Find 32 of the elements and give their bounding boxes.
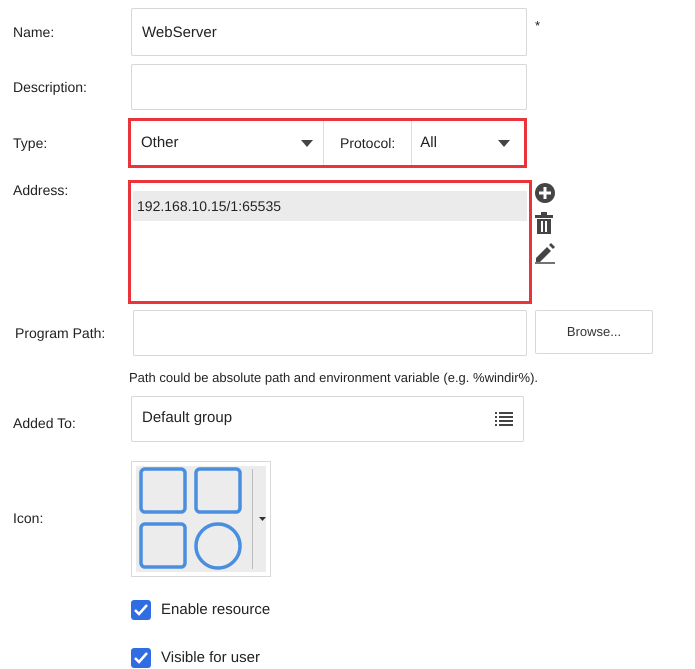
protocol-label: Protocol: — [324, 121, 412, 165]
checkbox-label: Enable resource — [161, 600, 270, 620]
added-to-label: Added To: — [13, 414, 77, 433]
program-path-label: Program Path: — [14, 324, 106, 343]
address-item[interactable]: 192.168.10.15/1:65535 — [133, 191, 527, 221]
required-mark: * — [535, 17, 540, 35]
pencil-icon[interactable] — [534, 242, 556, 264]
caret-icon — [301, 140, 313, 146]
protocol-dropdown[interactable]: All — [412, 121, 524, 165]
name-label: Name: — [13, 22, 56, 42]
checkbox-label: Visible for user — [161, 648, 260, 668]
browse-button[interactable]: Browse... — [535, 310, 653, 354]
description-label: Description: — [13, 78, 88, 97]
checkbox[interactable] — [131, 600, 151, 620]
checkbox[interactable] — [131, 648, 151, 668]
caret-icon — [259, 516, 266, 520]
trash-icon[interactable] — [534, 212, 554, 234]
address-label: Address: — [13, 181, 70, 200]
program-path-field[interactable] — [133, 310, 527, 356]
add-icon[interactable] — [534, 182, 556, 204]
type-label: Type: — [13, 134, 48, 153]
icon-picker[interactable] — [131, 460, 271, 576]
check-icon — [134, 652, 148, 664]
caret-icon — [498, 140, 510, 146]
icon-label: Icon: — [13, 509, 44, 528]
list-icon — [495, 412, 513, 426]
name-field[interactable]: WebServer — [131, 8, 527, 56]
program-path-hint: Path could be absolute path and environment variable (e.g. %windir%). — [129, 369, 540, 387]
description-field[interactable] — [131, 64, 527, 110]
group-selector[interactable]: Default group — [131, 396, 524, 442]
type-dropdown[interactable]: Other — [131, 121, 324, 165]
check-icon — [134, 604, 148, 616]
